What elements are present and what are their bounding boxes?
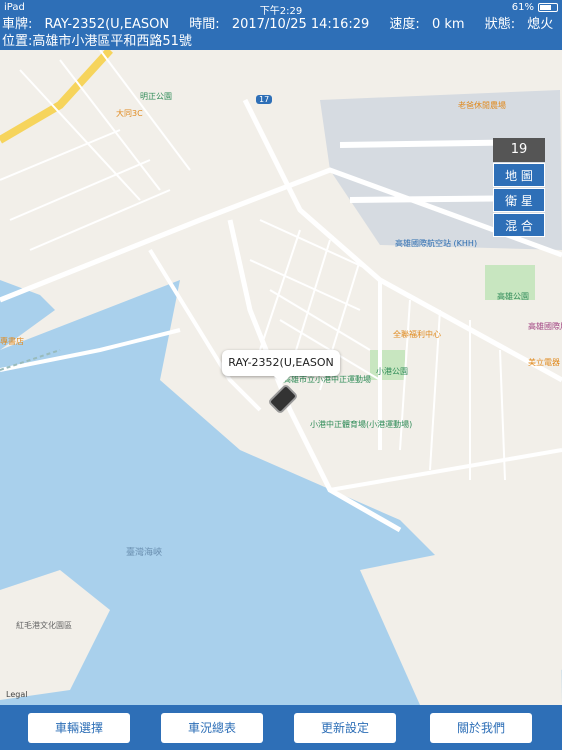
vehicle-status-button[interactable]: 車況總表 bbox=[161, 713, 263, 743]
speed-value: 0 km bbox=[431, 17, 465, 32]
map-type-hybrid-button[interactable]: 混 合 bbox=[493, 213, 545, 237]
speed-label: 速度: bbox=[389, 17, 420, 32]
state-field: 狀態: 熄火 bbox=[485, 17, 562, 32]
battery-icon bbox=[538, 3, 558, 12]
vehicle-info-bar: 車牌: RAY-2352(U,EASON 時間: 2017/10/25 14:1… bbox=[0, 16, 562, 50]
label-kaohsiung-park: 高雄公園 bbox=[497, 292, 529, 301]
vehicle-select-button[interactable]: 車輛選擇 bbox=[28, 713, 130, 743]
plate-value: RAY-2352(U,EASON bbox=[44, 17, 170, 32]
vehicle-info-row1: 車牌: RAY-2352(U,EASON 時間: 2017/10/25 14:1… bbox=[0, 16, 562, 33]
status-right: 61% bbox=[512, 2, 558, 13]
label-hotel: 美立電器 bbox=[528, 358, 560, 367]
label-mingzheng: 明正公園 bbox=[140, 92, 172, 101]
update-settings-button[interactable]: 更新設定 bbox=[294, 713, 396, 743]
plate-field: 車牌: RAY-2352(U,EASON bbox=[2, 17, 177, 32]
time-field: 時間: 2017/10/25 14:16:29 bbox=[189, 17, 377, 32]
label-culture-park: 紅毛港文化園區 bbox=[16, 621, 72, 630]
map-view[interactable]: 臺灣海峽 高雄國際航空站 (KHH) 小港公園 高雄市立小港中正運動場 小港中正… bbox=[0, 50, 562, 705]
about-us-button[interactable]: 關於我們 bbox=[430, 713, 532, 743]
time-label: 時間: bbox=[189, 17, 220, 32]
state-value: 熄火 bbox=[527, 17, 554, 32]
state-label: 狀態: bbox=[484, 17, 516, 32]
status-bar: iPad 下午2:29 61% bbox=[0, 0, 562, 17]
map-type-satellite-button[interactable]: 衛 星 bbox=[493, 188, 545, 212]
label-sports: 小港中正體育場(小港運動場) bbox=[310, 420, 413, 429]
speed-field: 速度: 0 km bbox=[389, 17, 472, 32]
map-type-map-button[interactable]: 地 圖 bbox=[493, 163, 545, 187]
highway bbox=[0, 50, 113, 144]
location-label: 位置: bbox=[2, 34, 33, 49]
label-xiaogang-park: 小港公園 bbox=[376, 367, 408, 376]
label-welfare: 全聯福利中心 bbox=[393, 330, 441, 339]
label-convention: 高雄國際展 bbox=[528, 322, 562, 331]
location-value: 高雄市小港區平和西路51號 bbox=[32, 34, 192, 49]
status-time: 下午2:29 bbox=[259, 6, 303, 17]
zoom-level: 19 bbox=[493, 138, 545, 162]
vehicle-popup[interactable]: RAY-2352(U,EASON bbox=[222, 350, 340, 384]
label-bookstore: 專書店 bbox=[0, 337, 24, 346]
label-datong: 大同3C bbox=[116, 109, 143, 118]
route-17-icon: 17 bbox=[256, 95, 273, 104]
legal-link[interactable]: Legal bbox=[6, 690, 27, 699]
time-value: 2017/10/25 14:16:29 bbox=[231, 17, 370, 32]
plate-label: 車牌: bbox=[2, 17, 33, 32]
label-leisure: 老爸休閒農場 bbox=[458, 101, 506, 110]
battery-text: 61% bbox=[511, 2, 534, 13]
bottom-toolbar: 車輛選擇 車況總表 更新設定 關於我們 bbox=[0, 705, 562, 750]
label-airport: 高雄國際航空站 (KHH) bbox=[395, 239, 478, 248]
label-strait: 臺灣海峽 bbox=[126, 548, 163, 558]
vehicle-info-row2: 位置:高雄市小港區平和西路51號 bbox=[0, 33, 562, 50]
